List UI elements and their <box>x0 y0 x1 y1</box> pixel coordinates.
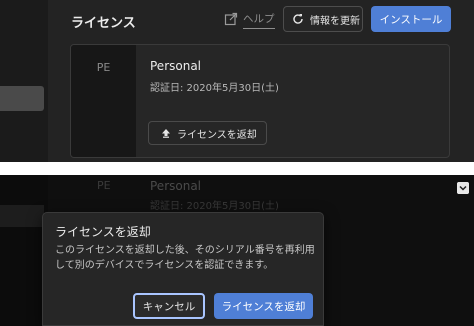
page-title: ライセンス <box>71 16 136 31</box>
install-button[interactable]: インストール <box>371 6 451 32</box>
sidebar-item-selected-dimmed <box>0 205 44 227</box>
refresh-button[interactable]: 情報を更新 <box>283 6 363 32</box>
sidebar <box>0 0 48 162</box>
refresh-label: 情報を更新 <box>310 15 360 27</box>
chevron-down-icon[interactable] <box>457 182 469 194</box>
external-link-icon[interactable] <box>224 12 238 26</box>
confirm-return-button[interactable]: ライセンスを返却 <box>214 293 313 319</box>
license-badge-dimmed: PE <box>97 179 111 192</box>
help-link[interactable]: ヘルプ <box>243 11 275 29</box>
license-name: Personal <box>150 59 202 73</box>
return-license-button[interactable]: ライセンスを返却 <box>148 121 267 145</box>
license-badge: PE <box>96 61 111 74</box>
sidebar-dimmed <box>0 175 48 326</box>
license-name-dimmed: Personal <box>150 179 202 193</box>
dialog-message: このライセンスを返却した後、そのシリアル番号を再利用して別のデバイスでライセンス… <box>55 245 315 271</box>
license-auth-date-dimmed: 認証日: 2020年5月30日(土) <box>150 201 279 212</box>
sidebar-item-selected[interactable] <box>0 86 44 111</box>
license-thumbnail: PE <box>71 45 136 157</box>
return-license-label: ライセンスを返却 <box>177 129 257 141</box>
license-auth-date: 認証日: 2020年5月30日(土) <box>150 83 279 94</box>
upload-icon <box>162 129 170 138</box>
license-panel: ライセンス ヘルプ 情報を更新 インストール PE Personal 認証日: … <box>0 0 474 162</box>
dimmed-license-panel: PE Personal 認証日: 2020年5月30日(土) ライセンスを返却 … <box>0 175 474 326</box>
return-license-dialog: ライセンスを返却 このライセンスを返却した後、そのシリアル番号を再利用して別のデ… <box>42 212 324 326</box>
refresh-icon <box>293 14 303 24</box>
panel-divider <box>0 162 474 175</box>
dialog-title: ライセンスを返却 <box>55 225 151 239</box>
cancel-button[interactable]: キャンセル <box>133 293 205 319</box>
license-card: PE Personal 認証日: 2020年5月30日(土) ライセンスを返却 <box>70 44 450 158</box>
